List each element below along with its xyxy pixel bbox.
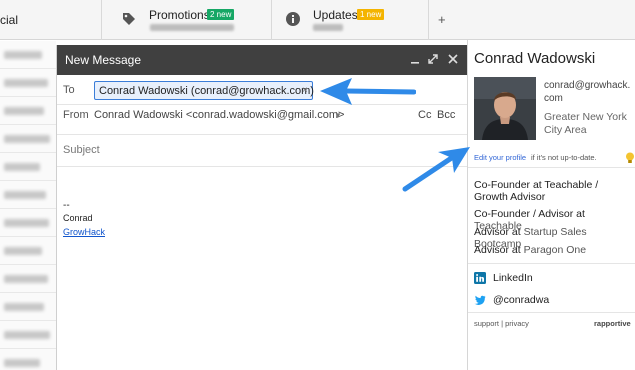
tab-updates[interactable]: Updates [313, 8, 358, 22]
contact-email: conrad@growhack. com [544, 79, 632, 105]
promotions-new-badge: 2 new [207, 9, 235, 20]
bcc-button[interactable]: Bcc [437, 109, 455, 121]
location-line: Greater New York [544, 111, 627, 123]
inbox-tab-bar: cial Promotions 2 new Updates 1 new + [0, 0, 635, 40]
location-line: City Area [544, 124, 587, 136]
edit-profile-note: if it's not up-to-date. [531, 153, 597, 162]
signature-separator: -- [63, 200, 70, 211]
job-role: Advisor at [474, 244, 521, 256]
signature-link[interactable]: GrowHack [63, 227, 105, 237]
list-item[interactable] [0, 237, 56, 265]
remove-recipient-button[interactable]: × [302, 85, 308, 96]
edit-profile-link[interactable]: Edit your profile [474, 153, 526, 162]
job-role: Co-Founder / Advisor at [474, 208, 585, 220]
job-role: Co-Founder at Teachable / Growth Advisor [474, 179, 599, 203]
list-item[interactable] [0, 153, 56, 181]
updates-new-badge: 1 new [357, 9, 385, 20]
tab-divider [101, 0, 102, 40]
lightbulb-icon[interactable] [625, 152, 635, 164]
divider [468, 263, 635, 264]
twitter-handle: @conradwa [493, 294, 550, 306]
twitter-icon [474, 295, 486, 305]
edit-profile-row: Edit your profile if it's not up-to-date… [468, 148, 635, 168]
contact-name: Conrad Wadowski [474, 50, 596, 67]
tab-social-label[interactable]: cial [0, 13, 18, 27]
compose-header: New Message [57, 45, 468, 75]
subject-input[interactable]: Subject [63, 144, 100, 156]
info-icon [286, 12, 300, 26]
compose-title: New Message [65, 53, 142, 67]
minimize-icon[interactable] [408, 52, 422, 66]
recipient-text: Conrad Wadowski (conrad@growhack.com) [99, 85, 314, 97]
list-item[interactable] [0, 265, 56, 293]
message-list [0, 41, 56, 370]
signature-name: Conrad [63, 213, 93, 223]
email-line: conrad@growhack. [544, 80, 631, 91]
recipient-chip[interactable]: Conrad Wadowski (conrad@growhack.com) × [94, 81, 314, 100]
chevron-down-icon[interactable]: ▼ [334, 111, 342, 120]
subject-row[interactable] [57, 135, 468, 167]
linkedin-icon [474, 272, 486, 284]
email-line: com [544, 93, 563, 104]
contact-sidebar: Conrad Wadowski conrad@growhack. com Gre… [467, 40, 635, 370]
tab-divider [428, 0, 429, 40]
list-item[interactable] [0, 125, 56, 153]
from-select[interactable]: Conrad Wadowski <conrad.wadowski@gmail.c… [94, 109, 344, 121]
linkedin-label: LinkedIn [493, 272, 533, 284]
list-item[interactable] [0, 321, 56, 349]
list-item[interactable] [0, 293, 56, 321]
tab-promotions[interactable]: Promotions [149, 8, 210, 22]
rapportive-brand: rapportive [594, 319, 631, 328]
list-item[interactable] [0, 209, 56, 237]
list-item[interactable] [0, 97, 56, 125]
from-label: From [63, 109, 89, 121]
cc-button[interactable]: Cc [418, 109, 431, 121]
promotions-blurred-sender [150, 24, 234, 31]
updates-blurred-sender [313, 24, 343, 31]
contact-location: Greater New York City Area [544, 111, 634, 137]
compose-window: New Message To Conrad Wadowski (conrad@g… [56, 45, 468, 370]
to-label: To [63, 84, 75, 96]
list-item[interactable] [0, 349, 56, 370]
tab-divider [271, 0, 272, 40]
message-body[interactable] [57, 168, 468, 370]
job-role: Advisor at [474, 226, 521, 238]
close-icon[interactable] [446, 52, 460, 66]
tag-icon [123, 13, 135, 25]
job-company: Paragon One [523, 244, 587, 256]
divider [468, 312, 635, 313]
add-tab-button[interactable]: + [438, 12, 446, 27]
list-item[interactable] [0, 181, 56, 209]
list-item[interactable] [0, 69, 56, 97]
expand-icon[interactable] [426, 52, 440, 66]
avatar [474, 77, 536, 140]
support-privacy-links[interactable]: support | privacy [474, 319, 529, 328]
list-item[interactable] [0, 41, 56, 69]
job-entry: Co-Founder at Teachable / Growth Advisor [474, 179, 634, 203]
job-entry: Advisor at Paragon One [474, 244, 634, 256]
